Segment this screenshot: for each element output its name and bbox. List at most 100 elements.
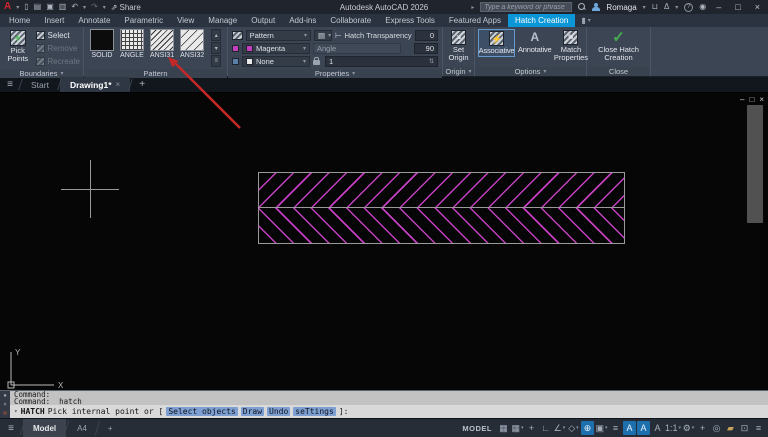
new-file-icon[interactable]: ▯	[24, 2, 28, 12]
option-select-objects[interactable]: Select objects	[166, 407, 238, 416]
vertical-scrollbar[interactable]	[747, 105, 763, 223]
tab-annotate[interactable]: Annotate	[71, 14, 117, 27]
logo-dropdown-icon[interactable]: ▾	[16, 4, 19, 11]
option-draw[interactable]: Draw	[240, 407, 265, 416]
layer-override-button[interactable]: ▤ ▾	[314, 29, 333, 41]
dynamic-input-icon[interactable]: +	[525, 421, 538, 435]
undo-icon[interactable]: ↶	[71, 2, 78, 12]
share-button[interactable]: ⇗ Share	[111, 3, 141, 12]
undo-dropdown-icon[interactable]: ▾	[83, 4, 86, 11]
command-customize-wrench-icon[interactable]: ⚒	[3, 409, 7, 417]
search-input[interactable]	[480, 2, 573, 12]
tab-collaborate[interactable]: Collaborate	[323, 14, 378, 27]
origin-panel-label[interactable]: Origin ▾	[443, 67, 474, 76]
command-history-icon[interactable]: ▪	[3, 392, 7, 399]
hatch-bottom-band[interactable]	[259, 208, 624, 243]
alert-dropdown-icon[interactable]: ▾	[675, 4, 678, 11]
tab-home[interactable]: Home	[2, 14, 37, 27]
close-button[interactable]: ×	[751, 2, 764, 12]
background-color-dropdown[interactable]: None ▾	[242, 55, 310, 67]
pattern-gallery-up-button[interactable]: ▴	[211, 29, 222, 41]
model-space-label[interactable]: MODEL	[462, 424, 492, 433]
tab-add-ins[interactable]: Add-ins	[282, 14, 323, 27]
drawing1-tab-close-icon[interactable]: ×	[116, 80, 121, 89]
scale-spinner-icon[interactable]: ⇅	[429, 58, 434, 65]
hatch-type-dropdown[interactable]: Pattern ▾	[245, 29, 312, 41]
redo-dropdown-icon[interactable]: ▾	[103, 4, 106, 11]
pattern-ansi32-button[interactable]: ANSI32	[180, 29, 204, 59]
app-store-cart-icon[interactable]: ⊔	[652, 2, 658, 12]
customization-plus-icon[interactable]: +	[696, 421, 709, 435]
tab-parametric[interactable]: Parametric	[117, 14, 170, 27]
pattern-gallery-down-button[interactable]: ▾	[211, 42, 222, 54]
status-menu-icon[interactable]: ≡	[752, 421, 765, 435]
associative-toggle-button[interactable]: ⚡ Associative	[478, 29, 515, 57]
autocad-logo-icon[interactable]: A	[4, 2, 11, 12]
pattern-angle-button[interactable]: ANGLE	[120, 29, 144, 59]
clean-screen-icon[interactable]: ⊡	[738, 421, 751, 435]
annotation-scale-value[interactable]: 1:1 ▾	[665, 421, 681, 435]
minimize-button[interactable]: –	[712, 2, 725, 12]
hatch-top-band[interactable]	[259, 173, 624, 208]
account-icon[interactable]: ◉	[699, 2, 706, 12]
command-collapse-icon[interactable]: ×	[3, 401, 7, 408]
properties-panel-label[interactable]: Properties ▾	[228, 69, 442, 78]
annotation-autoscale-icon[interactable]: A	[636, 421, 650, 435]
start-tab[interactable]: Start	[21, 77, 59, 92]
plot-icon[interactable]: ▥	[59, 2, 67, 12]
drawing-close-icon[interactable]: ×	[759, 95, 764, 104]
help-icon[interactable]: ?	[684, 2, 694, 12]
recent-commands-icon[interactable]: ▾	[14, 408, 18, 415]
grid-icon[interactable]: ▦	[497, 421, 510, 435]
pattern-ansi31-button[interactable]: ANSI31	[150, 29, 174, 59]
match-properties-button[interactable]: ✎ Match Properties	[554, 29, 588, 63]
workspace-gear-icon[interactable]: ⚙ ▾	[682, 421, 695, 435]
search-expand-icon[interactable]: ▸	[471, 4, 474, 11]
tab-hatch-creation[interactable]: Hatch Creation	[507, 14, 576, 27]
tab-view[interactable]: View	[170, 14, 201, 27]
polar-tracking-icon[interactable]: ∠ ▾	[553, 421, 566, 435]
annotation-visibility-icon[interactable]: A	[622, 421, 636, 435]
select-boundary-button[interactable]: Select	[35, 30, 80, 41]
user-name[interactable]: Romaga	[606, 3, 636, 12]
new-layout-button[interactable]: +	[98, 419, 123, 437]
hatch-transparency-value[interactable]: 0	[414, 29, 438, 41]
option-settings[interactable]: seTtings	[293, 407, 336, 416]
ortho-icon[interactable]: ∟	[539, 421, 552, 435]
tab-featured-apps[interactable]: Featured Apps	[442, 14, 508, 27]
isolate-objects-icon[interactable]: ◎	[710, 421, 723, 435]
options-panel-label[interactable]: Options ▾	[475, 67, 586, 76]
graphics-performance-icon[interactable]: ▰	[724, 421, 737, 435]
a4-layout-tab[interactable]: A4	[67, 419, 97, 437]
snap-icon[interactable]: ▦ ▾	[511, 421, 524, 435]
option-undo[interactable]: Undo	[267, 407, 291, 416]
tab-output[interactable]: Output	[244, 14, 282, 27]
user-avatar-icon[interactable]	[592, 2, 601, 12]
isometric-drafting-icon[interactable]: ◇ ▾	[567, 421, 580, 435]
search-icon[interactable]	[578, 3, 586, 11]
pattern-solid-button[interactable]: SOLID	[90, 29, 114, 59]
hatch-scale-field[interactable]: 1 ⇅	[325, 55, 438, 67]
restore-button[interactable]: □	[731, 2, 744, 12]
new-drawing-tab-button[interactable]: +	[131, 77, 153, 92]
relative-paper-space-lock-icon[interactable]	[313, 57, 320, 65]
pattern-gallery-more-button[interactable]: ≡	[211, 55, 222, 67]
model-layout-tab[interactable]: Model	[23, 419, 67, 437]
notification-alert-icon[interactable]: Δ	[664, 2, 669, 12]
ribbon-display-toggle[interactable]: ▮ ▾	[575, 14, 596, 27]
annotative-scale-icon[interactable]: A	[651, 421, 664, 435]
hatch-angle-value[interactable]: 90	[414, 42, 438, 54]
hatch-color-dropdown[interactable]: Magenta ▾	[242, 42, 310, 54]
lineweight-icon[interactable]: ≡	[609, 421, 622, 435]
drawing-canvas[interactable]: – □ × Y X	[0, 93, 768, 390]
tab-manage[interactable]: Manage	[201, 14, 244, 27]
command-input-line[interactable]: ▾ HATCH Pick internal point or [ Select …	[10, 405, 768, 418]
open-file-icon[interactable]: ▤	[34, 2, 42, 12]
osnap-tracking-icon[interactable]: ⊕	[580, 421, 594, 435]
tab-express-tools[interactable]: Express Tools	[378, 14, 442, 27]
close-hatch-creation-button[interactable]: ✓ Close Hatch Creation	[590, 29, 647, 63]
user-dropdown-icon[interactable]: ▾	[643, 4, 646, 11]
drawing1-tab[interactable]: Drawing1* ×	[59, 77, 131, 92]
osnap-icon[interactable]: ▣ ▾	[595, 421, 608, 435]
transparency-slider-icon[interactable]: ⊢	[335, 31, 342, 40]
